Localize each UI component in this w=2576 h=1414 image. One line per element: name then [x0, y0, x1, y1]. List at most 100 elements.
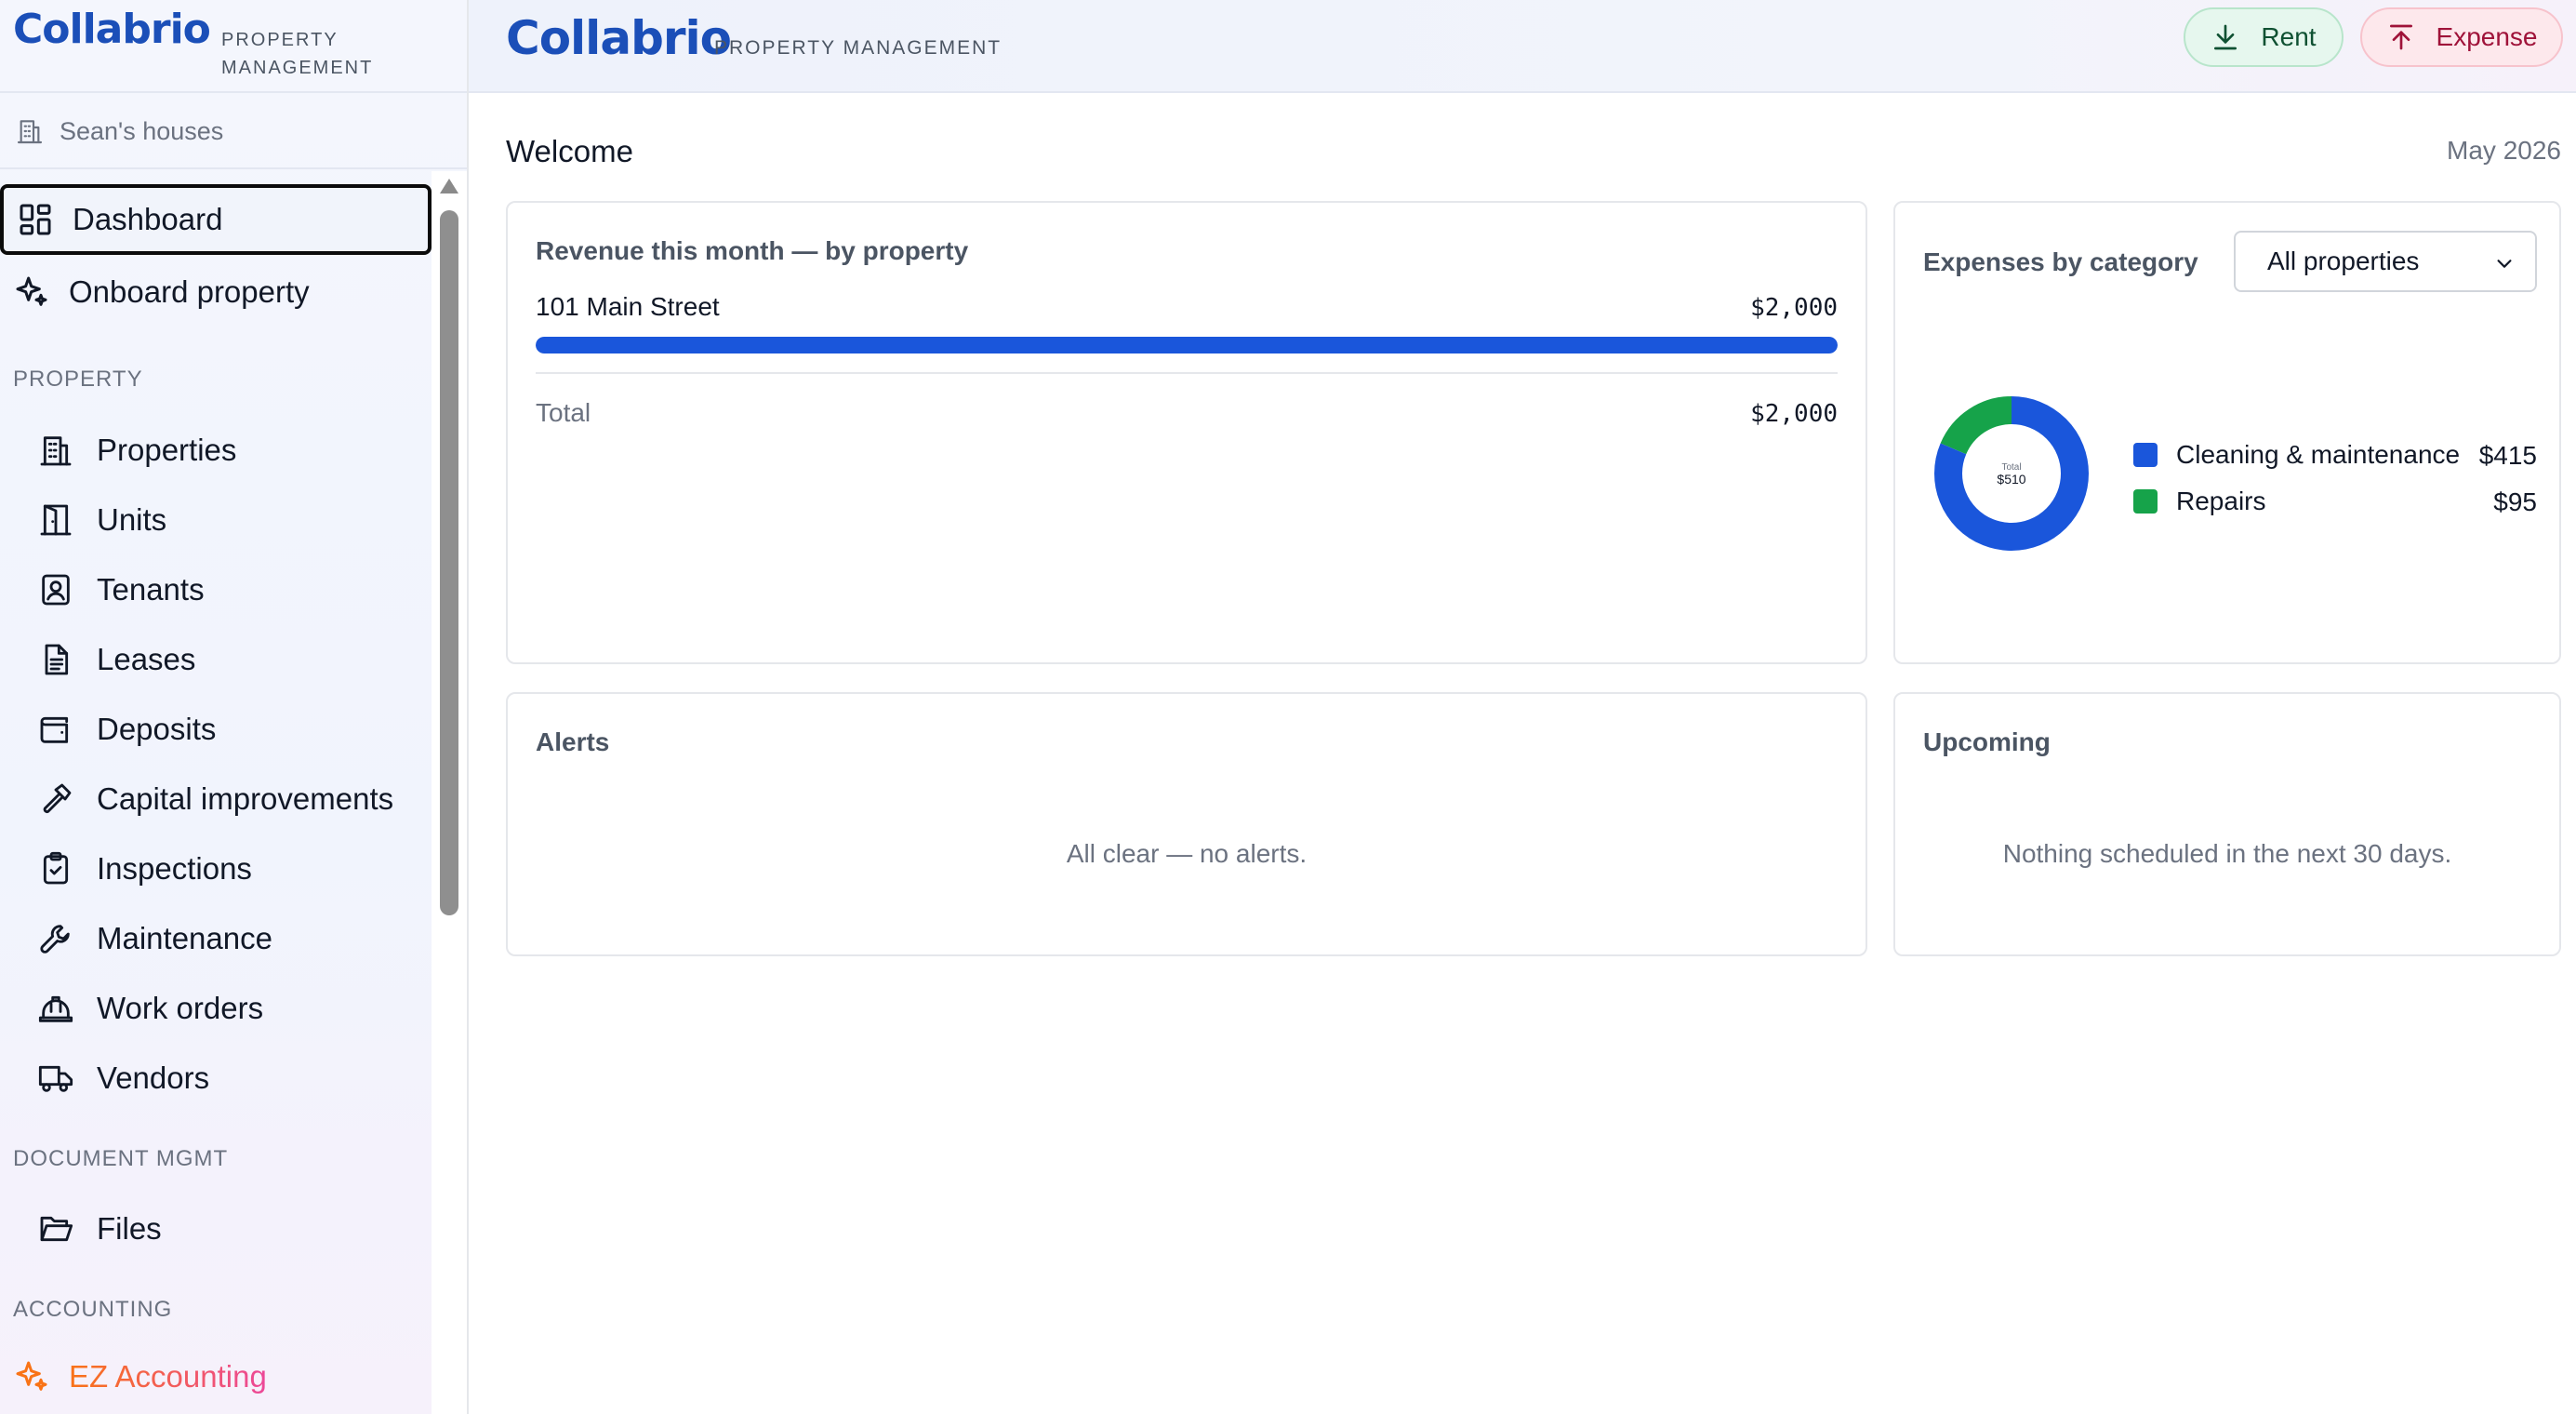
revenue-property-name: 101 Main Street: [536, 292, 720, 321]
sparkle-icon: [16, 276, 47, 306]
sidebar-item-label: Leases: [97, 642, 196, 676]
expenses-card: Expenses by category All properties Tota…: [1893, 201, 2561, 664]
sidebar: Collabrio PROPERTY MANAGEMENT Sean's hou…: [0, 0, 469, 1414]
revenue-total-amount: $2,000: [1750, 400, 1838, 428]
sidebar-item-label: Tenants: [97, 572, 205, 607]
brand-subtitle-line-1: PROPERTY: [221, 30, 339, 50]
sidebar-item-label: Work orders: [97, 991, 264, 1025]
sidebar-item-label: EZ Accounting: [69, 1359, 267, 1394]
section-title-accounting: ACCOUNTING: [13, 1297, 173, 1322]
brand-subtitle-line-2: MANAGEMENT: [221, 58, 374, 78]
sidebar-item-label: Properties: [97, 433, 237, 467]
upcoming-empty-message: Nothing scheduled in the next 30 days.: [2002, 839, 2452, 868]
sidebar-item-onboard-property[interactable]: Onboard property: [0, 257, 432, 327]
expense-button-label: Expense: [2436, 22, 2538, 51]
door-icon: [40, 504, 72, 536]
revenue-card: Revenue this month — by property 101 Mai…: [506, 201, 1867, 664]
expenses-donut-chart: Total $510: [1934, 396, 2089, 551]
clipboard-check-icon: [43, 851, 69, 885]
sidebar-item-vendors[interactable]: Vendors: [37, 1048, 428, 1108]
upcoming-card: Upcoming Nothing scheduled in the next 3…: [1893, 692, 2561, 956]
sidebar-item-ez-accounting[interactable]: EZ Accounting: [0, 1341, 432, 1412]
sidebar-item-label: Onboard property: [69, 274, 310, 309]
add-rent-button[interactable]: Rent: [2184, 7, 2344, 67]
alerts-empty-message: All clear — no alerts.: [1066, 839, 1308, 868]
revenue-bar-track: [536, 337, 1838, 354]
expenses-card-title: Expenses by category: [1923, 247, 2198, 276]
building-icon: [17, 120, 43, 144]
sidebar-item-dashboard[interactable]: Dashboard: [0, 184, 432, 255]
sidebar-scrollbar[interactable]: [432, 171, 467, 1414]
truck-icon: [38, 1065, 73, 1092]
sparkle-icon: [16, 1361, 47, 1391]
scrollbar-thumb[interactable]: [440, 210, 458, 915]
sidebar-item-deposits[interactable]: Deposits: [37, 700, 428, 759]
legend-item: Repairs $95: [2133, 478, 2537, 525]
document-icon: [45, 644, 69, 675]
upload-arrow-icon: [2389, 24, 2412, 50]
legend-value: $95: [2493, 487, 2537, 516]
legend-item: Cleaning & maintenance $415: [2133, 432, 2537, 478]
chevron-down-icon: [2497, 260, 2512, 268]
hammer-icon: [43, 783, 72, 813]
sidebar-item-capital-improvements[interactable]: Capital improvements: [37, 769, 428, 829]
sidebar-item-units[interactable]: Units: [37, 490, 428, 550]
property-filter-value: All properties: [2267, 247, 2420, 275]
section-title-document-mgmt: DOCUMENT MGMT: [13, 1146, 229, 1171]
sidebar-item-work-orders[interactable]: Work orders: [37, 979, 428, 1038]
rent-button-label: Rent: [2261, 22, 2317, 51]
revenue-divider: [536, 372, 1838, 374]
workspace-name: Sean's houses: [60, 116, 224, 145]
revenue-card-title: Revenue this month — by property: [536, 236, 969, 265]
section-title-property: PROPERTY: [13, 367, 143, 392]
sidebar-item-label: Maintenance: [97, 921, 272, 955]
alerts-card-title: Alerts: [536, 727, 610, 756]
expenses-legend: Cleaning & maintenance $415 Repairs $95: [2133, 432, 2537, 525]
sidebar-nav: Dashboard Onboard property PROPERTY Prop…: [0, 171, 432, 1414]
top-header: Collabrio PROPERTY MANAGEMENT Rent Expen…: [469, 0, 2576, 93]
add-expense-button[interactable]: Expense: [2360, 7, 2563, 67]
sidebar-item-label: Files: [97, 1211, 162, 1246]
property-filter-select[interactable]: All properties: [2234, 231, 2537, 292]
page-title: Welcome: [506, 134, 633, 168]
folder-open-icon: [40, 1216, 73, 1242]
revenue-bar-fill: [536, 337, 1838, 354]
sidebar-item-label: Vendors: [97, 1060, 210, 1095]
sidebar-item-tenants[interactable]: Tenants: [37, 560, 428, 620]
sidebar-brand: Collabrio PROPERTY MANAGEMENT: [0, 0, 467, 93]
sidebar-item-label: Units: [97, 502, 167, 537]
period-label: May 2026: [2447, 136, 2561, 165]
legend-swatch: [2133, 489, 2158, 514]
wallet-icon: [40, 716, 69, 743]
sidebar-item-inspections[interactable]: Inspections: [37, 839, 428, 899]
legend-label: Cleaning & maintenance: [2176, 440, 2461, 469]
revenue-property-amount: $2,000: [1750, 294, 1838, 322]
sidebar-item-maintenance[interactable]: Maintenance: [37, 909, 428, 968]
donut-center-value: $510: [1997, 472, 2025, 487]
sidebar-item-label: Dashboard: [73, 202, 223, 236]
revenue-total-label: Total: [536, 398, 591, 427]
legend-value: $415: [2478, 441, 2537, 470]
workspace-switcher[interactable]: Sean's houses: [0, 95, 467, 169]
building-icon: [40, 436, 72, 466]
dashboard-grid-icon: [20, 204, 51, 235]
sidebar-item-label: Capital improvements: [97, 781, 394, 816]
header-brand-logo[interactable]: Collabrio: [506, 11, 732, 65]
alerts-card: Alerts All clear — no alerts.: [506, 692, 1867, 956]
hard-hat-icon: [38, 995, 73, 1022]
upcoming-card-title: Upcoming: [1923, 727, 2051, 756]
sidebar-item-files[interactable]: Files: [37, 1199, 428, 1259]
header-brand-subtitle: PROPERTY MANAGEMENT: [714, 37, 1003, 59]
sidebar-item-label: Deposits: [97, 712, 217, 746]
tenant-contact-icon: [42, 574, 70, 606]
legend-swatch: [2133, 443, 2158, 467]
brand-logo[interactable]: Collabrio: [13, 6, 211, 53]
sidebar-item-label: Inspections: [97, 851, 252, 886]
sidebar-item-properties[interactable]: Properties: [37, 420, 428, 480]
legend-label: Repairs: [2176, 487, 2266, 515]
wrench-icon: [40, 925, 70, 954]
sidebar-item-leases[interactable]: Leases: [37, 630, 428, 689]
brand-subtitle: PROPERTY MANAGEMENT: [221, 26, 426, 82]
scroll-up-arrow-icon[interactable]: [440, 179, 458, 193]
download-arrow-icon: [2214, 24, 2237, 50]
